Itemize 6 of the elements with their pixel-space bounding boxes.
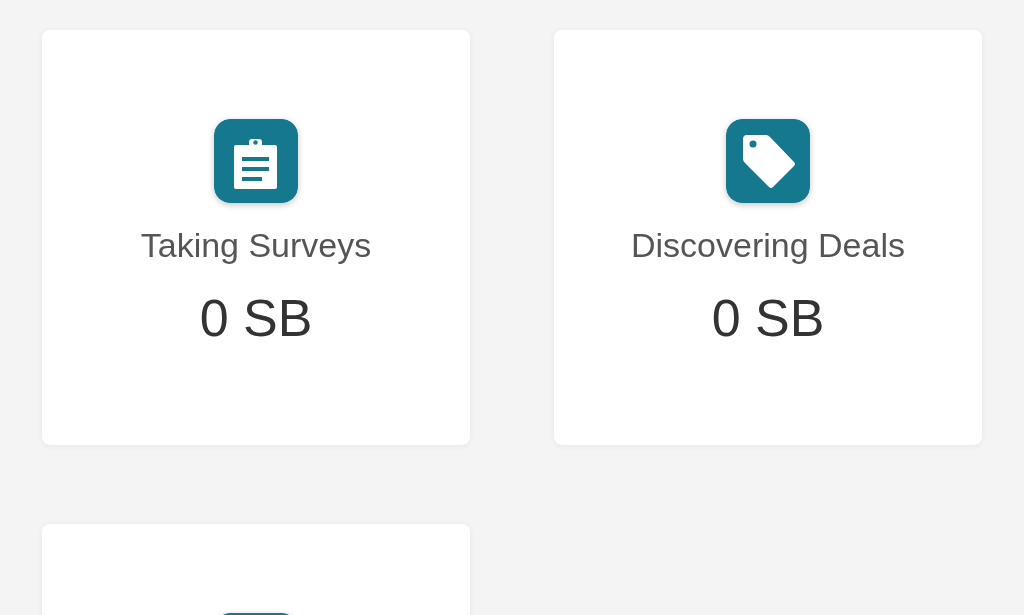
card-title: Taking Surveys [140, 225, 372, 265]
card-title: Discovering Deals [631, 225, 905, 265]
clipboard-icon [214, 119, 298, 203]
tag-icon [726, 119, 810, 203]
amount-text: 0 SB [711, 288, 825, 349]
amount-text: 0 SB [199, 288, 313, 349]
